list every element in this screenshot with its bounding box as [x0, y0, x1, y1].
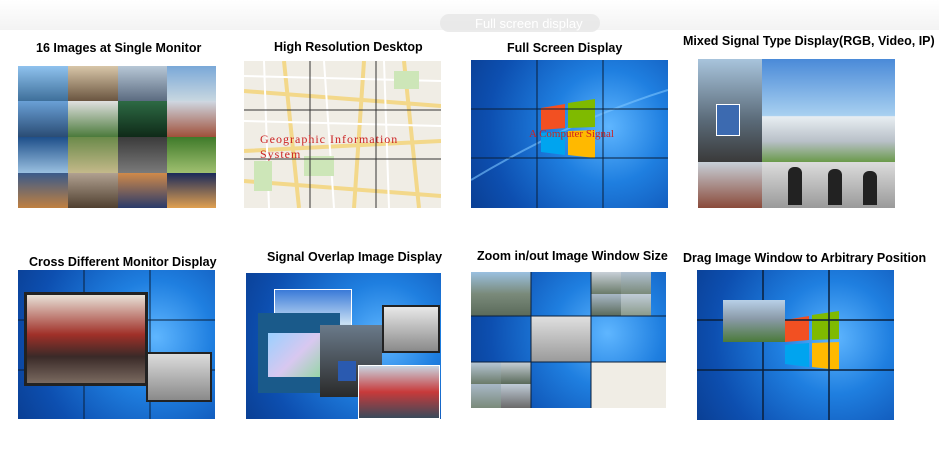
caption-cross-monitor: Cross Different Monitor Display: [29, 255, 217, 269]
panel-gis-map: Geographic Information System: [244, 61, 441, 208]
caption-drag-window: Drag Image Window to Arbitrary Position: [683, 251, 927, 265]
caption-zoom: Zoom in/out Image Window Size: [477, 249, 668, 263]
panel-signal-overlap: [246, 273, 441, 419]
caption-mixed-signal: Mixed Signal Type Display(RGB, Video, IP…: [683, 34, 935, 48]
panel-cross-monitor: [18, 270, 215, 419]
top-banner: Full screen display: [0, 0, 939, 32]
gis-overlay-text: Geographic Information System: [260, 132, 399, 161]
panel-16-images: [18, 66, 216, 208]
panel-zoom: [471, 272, 666, 408]
caption-full-screen: Full Screen Display: [507, 41, 623, 55]
caption-signal-overlap: Signal Overlap Image Display: [267, 250, 443, 264]
panel-mixed-signal: [698, 59, 895, 208]
banner-ghost-text: Full screen display: [475, 16, 583, 31]
panel-full-screen: A Computer Signal: [471, 60, 668, 208]
caption-16-images: 16 Images at Single Monitor: [36, 41, 202, 55]
full-screen-overlay-text: A Computer Signal: [529, 128, 614, 140]
caption-high-resolution: High Resolution Desktop: [274, 40, 423, 54]
panel-drag-window: [697, 270, 894, 420]
